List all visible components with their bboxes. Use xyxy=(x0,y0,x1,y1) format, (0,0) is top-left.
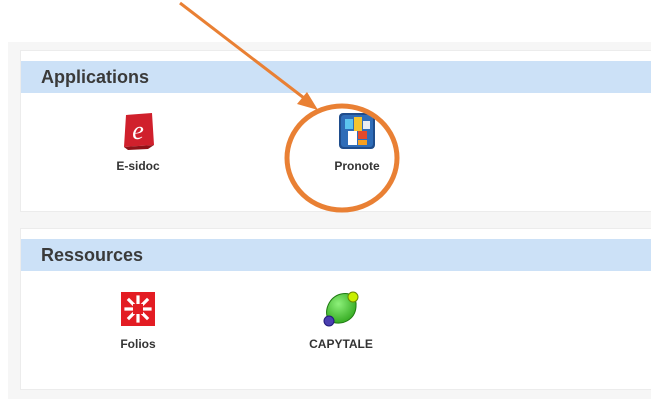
svg-text:e: e xyxy=(132,116,144,145)
folios-icon xyxy=(121,292,155,326)
resource-tile-capytale[interactable]: CAPYTALE xyxy=(281,289,401,351)
capytale-icon xyxy=(323,291,359,327)
resource-tile-folios[interactable]: Folios xyxy=(78,289,198,351)
app-label-pronote: Pronote xyxy=(334,159,380,173)
ressources-section: Ressources Folios CAPYTALE xyxy=(20,228,651,390)
applications-section: Applications e E-sidoc Pronote xyxy=(20,50,651,212)
app-tile-pronote[interactable]: Pronote xyxy=(297,111,417,173)
e-sidoc-icon: e xyxy=(124,113,154,150)
resource-label-capytale: CAPYTALE xyxy=(309,337,373,351)
pronote-icon xyxy=(339,113,375,149)
applications-header: Applications xyxy=(21,61,651,93)
ressources-header: Ressources xyxy=(21,239,651,271)
app-label-e-sidoc: E-sidoc xyxy=(116,159,160,173)
app-tile-e-sidoc[interactable]: e E-sidoc xyxy=(78,111,198,173)
resource-label-folios: Folios xyxy=(120,337,156,351)
